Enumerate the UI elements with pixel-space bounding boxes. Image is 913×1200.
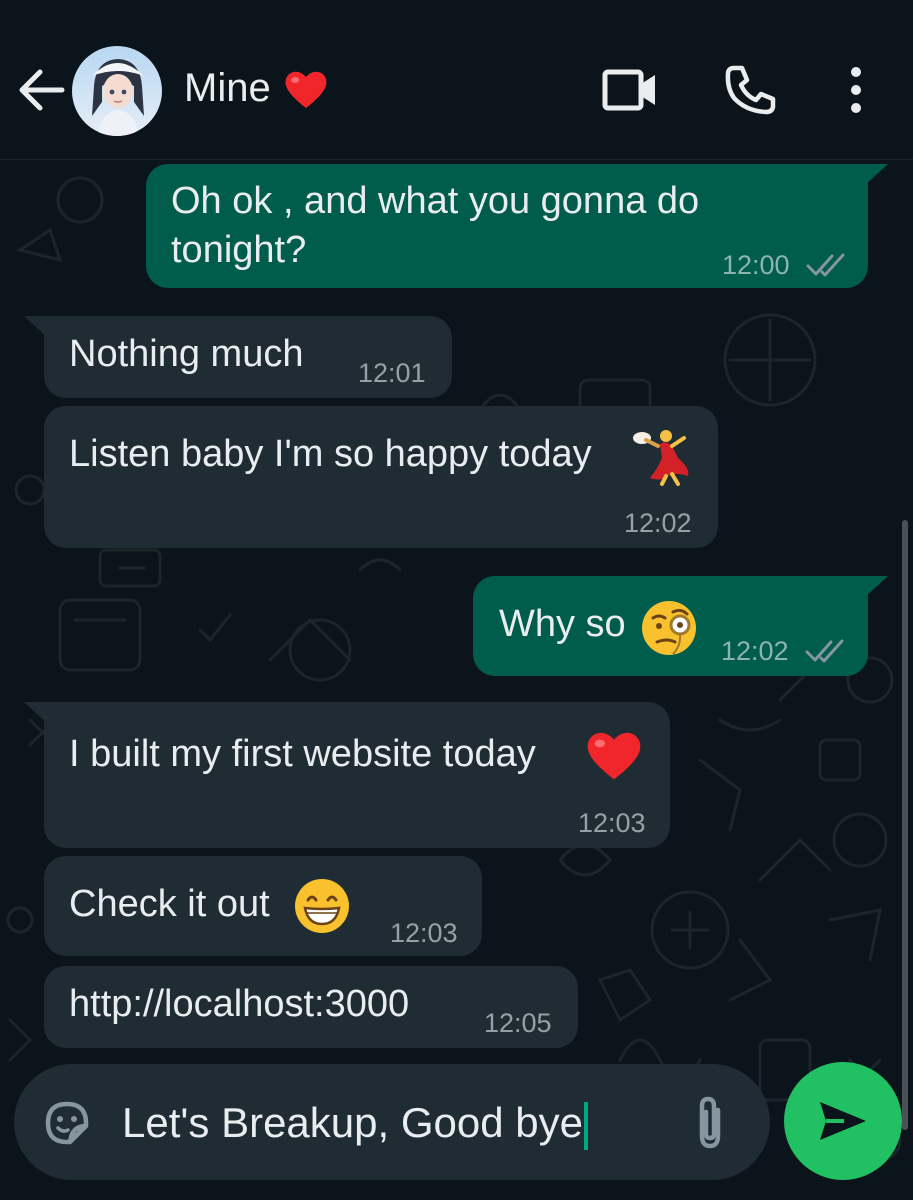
more-options-icon[interactable] (840, 62, 872, 123)
message-composer[interactable]: Let's Breakup, Good bye (14, 1064, 770, 1180)
message-text-line: Check it out (69, 883, 270, 925)
message-time: 12:02 (721, 636, 789, 666)
sticker-icon[interactable] (40, 1096, 94, 1150)
message-incoming[interactable]: Listen baby I'm so happy today 12:02 (44, 406, 718, 548)
contact-name[interactable]: Mine (184, 66, 329, 111)
grinning-face-emoji (295, 879, 349, 933)
message-time: 12:05 (484, 1008, 552, 1038)
message-text-line: Why so (499, 603, 626, 645)
message-text-line: tonight? (171, 229, 307, 271)
message-time: 12:01 (358, 358, 426, 388)
message-incoming[interactable]: http://localhost:3000 12:05 (44, 966, 578, 1048)
message-link[interactable]: http://localhost:3000 (69, 980, 409, 1028)
double-check-icon (805, 639, 844, 663)
message-list[interactable]: Oh ok , and what you gonna do tonight? 1… (0, 160, 913, 1200)
dancer-emoji (633, 430, 689, 486)
message-outgoing[interactable]: Why so 12:02 (473, 576, 868, 676)
message-input[interactable]: Let's Breakup, Good bye (122, 1098, 588, 1150)
message-time: 12:03 (578, 808, 646, 838)
message-text-line: Listen baby I'm so happy today (69, 433, 592, 475)
message-text-line: Oh ok , and what you gonna do (171, 180, 700, 222)
scrollbar[interactable] (902, 520, 908, 1130)
send-icon (820, 1102, 866, 1140)
voice-call-icon[interactable] (722, 62, 778, 123)
message-incoming[interactable]: Nothing much 12:01 (44, 316, 452, 398)
bubble-tail (862, 164, 888, 186)
message-incoming[interactable]: Check it out 12:03 (44, 856, 482, 956)
chat-header: Mine (0, 0, 913, 160)
message-text-line: I built my first website today (69, 733, 536, 775)
contact-name-label: Mine (184, 66, 271, 110)
message-time: 12:02 (624, 508, 692, 538)
message-outgoing[interactable]: Oh ok , and what you gonna do tonight? 1… (146, 164, 868, 288)
text-cursor (583, 1101, 588, 1150)
video-call-icon[interactable] (600, 62, 660, 123)
avatar[interactable] (72, 46, 162, 136)
message-time: 12:03 (390, 918, 458, 948)
bubble-tail (862, 576, 888, 598)
back-arrow-icon[interactable] (14, 62, 70, 118)
send-button[interactable] (784, 1062, 902, 1180)
message-input-value: Let's Breakup, Good bye (122, 1099, 583, 1146)
message-incoming[interactable]: I built my first website today 12:03 (44, 702, 670, 848)
monocle-face-emoji (642, 601, 696, 655)
message-text-line: Nothing much (69, 333, 304, 375)
heart-emoji (587, 732, 641, 780)
attach-icon[interactable] (688, 1094, 732, 1152)
heart-emoji (285, 71, 327, 108)
double-check-icon (806, 253, 845, 277)
message-time: 12:00 (722, 250, 790, 280)
